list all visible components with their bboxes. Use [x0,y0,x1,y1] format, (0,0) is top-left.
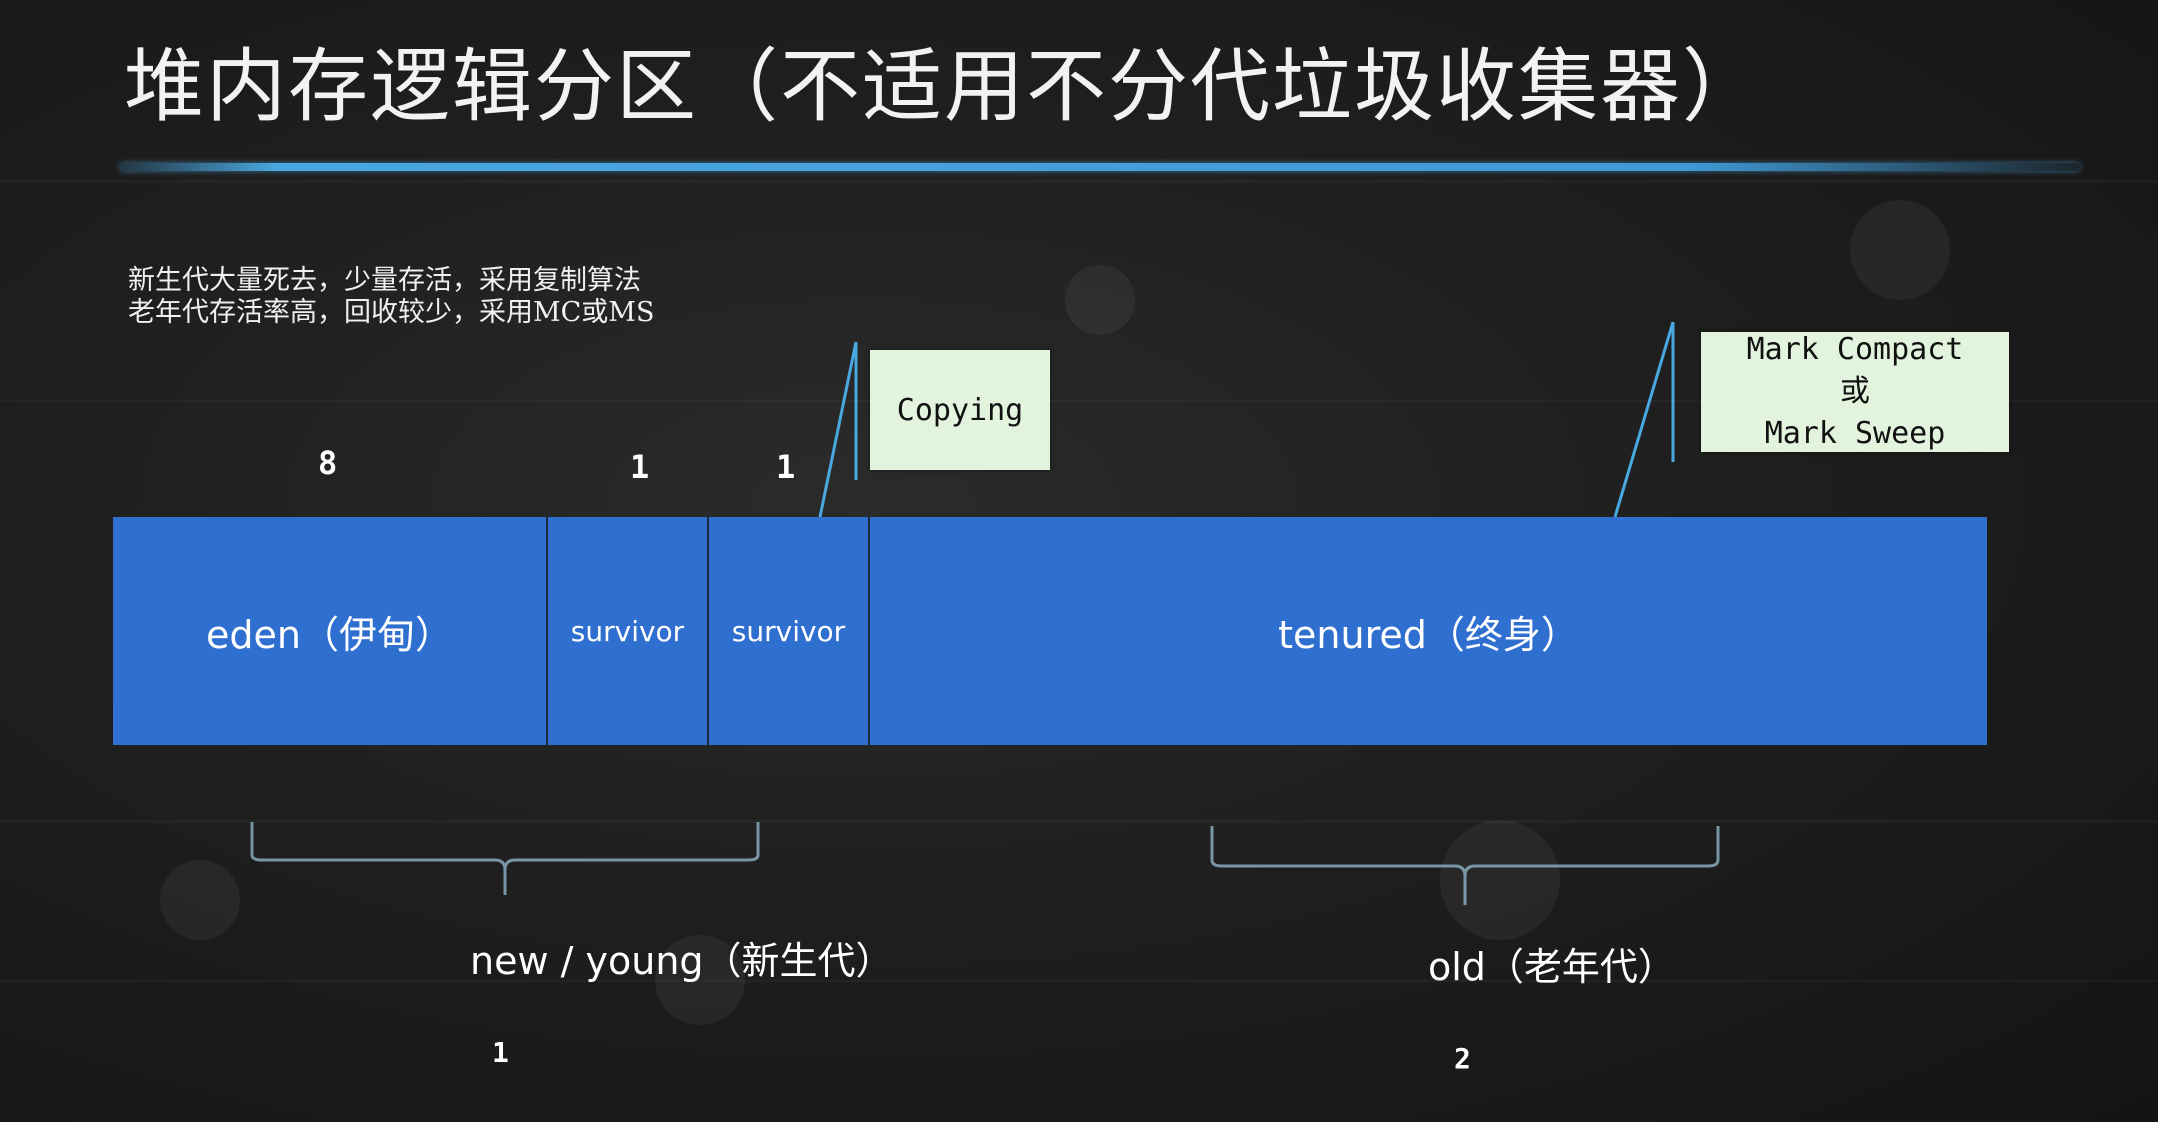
copying-pointer-diagonal [818,341,858,518]
callout-copying: Copying [870,350,1050,470]
old-brace [1210,826,1720,905]
callout-mark-algorithms: Mark Compact 或 Mark Sweep [1701,332,2009,452]
young-brace [250,822,760,895]
young-generation-label: new / young（新生代） [470,939,894,983]
segment-survivor-2: survivor [707,517,868,745]
callout-or-label: 或 [1840,374,1870,409]
young-generation-ratio: 1 [492,1036,509,1069]
callout-mark-sweep-label: Mark Sweep [1764,416,1946,451]
heap-bar: eden（伊甸） survivor survivor tenured（终身） [113,517,1987,745]
segment-eden: eden（伊甸） [206,612,453,657]
mark-pointer-diagonal [1613,321,1675,518]
callout-mark-compact-label: Mark Compact [1746,332,1964,367]
segment-tenured: tenured（终身） [868,517,1987,745]
callout-copying-label: Copying [896,392,1024,428]
old-generation-ratio: 2 [1454,1042,1471,1075]
segment-survivor-1: survivor [546,517,707,745]
old-generation-label: old（老年代） [1428,945,1676,989]
